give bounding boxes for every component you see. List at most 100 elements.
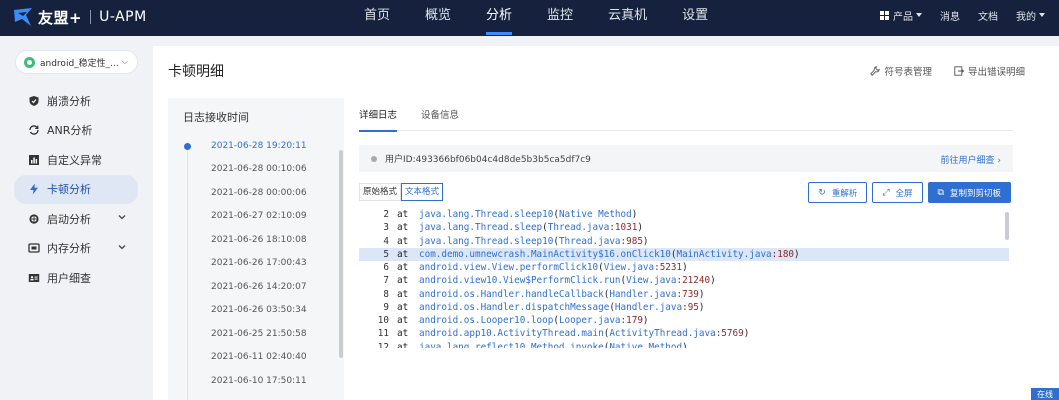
caret-down-icon xyxy=(916,13,922,17)
log-actions: ↻ 重解析 ⤢ 全屏 ⧉ 复制到剪切板 xyxy=(803,182,1011,203)
line-frame: java.lang.Thread.sleep(Thread.java:1031) xyxy=(419,221,643,234)
log-time-item[interactable]: 2021-06-26 17:00:43 xyxy=(168,252,344,276)
log-time-label: 2021-06-28 00:10:06 xyxy=(211,164,307,175)
nav-item[interactable]: 云真机 xyxy=(596,0,659,36)
sidebar-item[interactable]: ANR分析 xyxy=(14,116,138,146)
gear-icon xyxy=(28,213,40,225)
umeng-logo-icon xyxy=(14,8,32,26)
sidebar-item[interactable]: 用户细查 xyxy=(14,263,138,293)
sidebar-item[interactable]: 卡顿分析 xyxy=(14,174,138,204)
account-menu[interactable]: 我的 xyxy=(1016,8,1045,23)
brand-divider xyxy=(90,10,92,24)
frame-location: Handler.java:95 xyxy=(614,301,699,313)
export-errors-label: 导出错误明细 xyxy=(967,67,1025,78)
nav-item[interactable]: 概览 xyxy=(413,0,463,36)
log-line: 2 at java.lang.Thread.sleep10(Native Metho… xyxy=(359,208,1009,221)
log-scrollbar[interactable] xyxy=(1005,212,1009,240)
docs-link[interactable]: 文档 xyxy=(978,8,998,23)
log-time-item[interactable]: 2021-06-28 00:00:06 xyxy=(168,181,344,205)
shield-icon xyxy=(28,95,40,107)
user-id: 用户ID:493366bf06b04c4d8de5b3b5ca5df7c9 xyxy=(385,155,591,165)
sidebar-item[interactable]: 崩溃分析 xyxy=(14,86,138,116)
text-format-button[interactable]: 文本格式 xyxy=(401,183,444,201)
line-keyword: at xyxy=(397,288,409,300)
nav-item[interactable]: 监控 xyxy=(535,0,585,36)
brand-logo[interactable]: 友盟+ U-APM xyxy=(12,5,147,29)
top-navigation-bar: 友盟+ U-APM 首页 概览 分析 监控 云真机 设置 产品 消息 文档 我的 xyxy=(0,0,1059,36)
line-number: 12 xyxy=(377,341,389,349)
log-line: 7 at android.view10.View$PerformClick.run(… xyxy=(359,274,1009,287)
time-list-scrollbar[interactable] xyxy=(339,150,343,358)
log-time-item[interactable]: 2021-06-10 17:50:11 xyxy=(168,369,344,393)
symbol-table-button[interactable]: 符号表管理 xyxy=(870,64,932,78)
frame-method: android.app10.ActivityThread.main xyxy=(419,328,604,340)
products-menu[interactable]: 产品 xyxy=(880,8,922,23)
brand-name: 友盟+ xyxy=(38,8,83,27)
paren: ) xyxy=(637,222,643,234)
bar-chart-icon xyxy=(28,154,40,166)
sidebar-item[interactable]: 自定义异常 xyxy=(14,145,138,175)
sidebar-item-label: 内存分析 xyxy=(47,242,91,256)
log-time-item[interactable]: 2021-06-26 14:20:07 xyxy=(168,275,344,299)
log-time-item[interactable]: 2021-06-25 21:50:58 xyxy=(168,322,344,346)
line-keyword: at xyxy=(397,248,409,260)
fullscreen-label: 全屏 xyxy=(895,188,913,199)
sidebar-item[interactable]: 启动分析 xyxy=(14,204,138,234)
line-frame: android.os.Handler.handleCallback(Handle… xyxy=(419,288,705,301)
log-time-item[interactable]: 2021-06-11 02:40:40 xyxy=(168,346,344,370)
line-keyword: at xyxy=(397,222,409,234)
log-time-item[interactable]: 2021-06-28 19:20:11 xyxy=(168,134,344,158)
log-time-label: 2021-06-10 17:50:11 xyxy=(211,375,307,386)
app-selector[interactable]: android_稳定性_... ⌵ xyxy=(15,50,138,74)
reparse-label: 重解析 xyxy=(831,188,858,199)
line-number: 5 xyxy=(383,248,389,260)
log-time-item[interactable]: 2021-06-26 18:10:08 xyxy=(168,228,344,252)
messages-link[interactable]: 消息 xyxy=(940,8,960,23)
nav-item[interactable]: 设置 xyxy=(670,0,720,36)
frame-method: android.view10.View$PerformClick.run xyxy=(419,275,621,287)
sidebar-item-label: 崩溃分析 xyxy=(47,94,91,108)
frame-method: android.view.View.performClick10 xyxy=(419,262,599,273)
export-errors-button[interactable]: 导出错误明细 xyxy=(954,64,1025,78)
detail-tab[interactable]: 设备信息 xyxy=(421,98,459,131)
symbol-table-label: 符号表管理 xyxy=(884,67,932,78)
page-title: 卡顿明细 xyxy=(168,64,224,80)
sidebar-item-label: 自定义异常 xyxy=(47,153,102,167)
nav-item[interactable]: 分析 xyxy=(474,0,524,36)
copy-to-clipboard-button[interactable]: ⧉ 复制到剪切板 xyxy=(927,182,1011,203)
sync-icon xyxy=(28,124,40,136)
line-keyword: at xyxy=(397,209,409,220)
nav-item[interactable]: 首页 xyxy=(352,0,402,36)
stack-trace-log[interactable]: 2 at java.lang.Thread.sleep10(Native Metho… xyxy=(359,208,1009,348)
log-time-label: 2021-06-26 03:50:34 xyxy=(211,305,307,316)
header-actions: 符号表管理 导出错误明细 xyxy=(848,64,1025,78)
paren: ) xyxy=(794,248,800,260)
user-detail-link[interactable]: 前往用户细查 › xyxy=(941,153,1002,166)
copy-label: 复制到剪切板 xyxy=(949,188,1001,199)
log-line: 11 at android.app10.ActivityThread.main(Ac… xyxy=(359,327,1009,340)
online-service-button[interactable]: 在线 xyxy=(1031,388,1059,400)
line-keyword: at xyxy=(397,275,409,287)
line-frame: java.lang.Thread.sleep10(Thread.java:985… xyxy=(419,235,649,248)
log-time-item[interactable]: 2021-06-26 03:50:34 xyxy=(168,299,344,323)
fullscreen-button[interactable]: ⤢ 全屏 xyxy=(872,182,923,203)
detail-tab[interactable]: 详细日志 xyxy=(359,98,398,132)
log-time-item[interactable]: 2021-06-28 00:10:06 xyxy=(168,158,344,182)
paren: ) xyxy=(698,288,705,300)
frame-method: java.lang.Thread.sleep10 xyxy=(419,235,554,247)
log-time-label: 2021-06-27 02:10:09 xyxy=(211,211,307,222)
log-time-title: 日志接收时间 xyxy=(183,111,249,124)
log-time-item[interactable]: 2021-06-27 02:10:09 xyxy=(168,205,344,229)
user-card-icon xyxy=(28,272,40,284)
sidebar-item[interactable]: 内存分析 xyxy=(14,234,138,264)
log-time-label: 2021-06-26 18:10:08 xyxy=(211,234,307,245)
user-id-bar: 用户ID:493366bf06b04c4d8de5b3b5ca5df7c9 前往… xyxy=(359,145,1013,172)
reparse-button[interactable]: ↻ 重解析 xyxy=(808,182,868,203)
log-time-label: 2021-06-28 19:20:11 xyxy=(211,140,307,151)
top-right-menu: 产品 消息 文档 我的 xyxy=(862,0,1045,30)
account-label: 我的 xyxy=(1016,11,1036,23)
raw-format-button[interactable]: 原始格式 xyxy=(359,183,402,201)
line-frame: android.app10.ActivityThread.main(Activi… xyxy=(419,327,749,340)
log-line: 3 at java.lang.Thread.sleep(Thread.java:10… xyxy=(359,221,1009,234)
line-number: 4 xyxy=(383,235,389,247)
